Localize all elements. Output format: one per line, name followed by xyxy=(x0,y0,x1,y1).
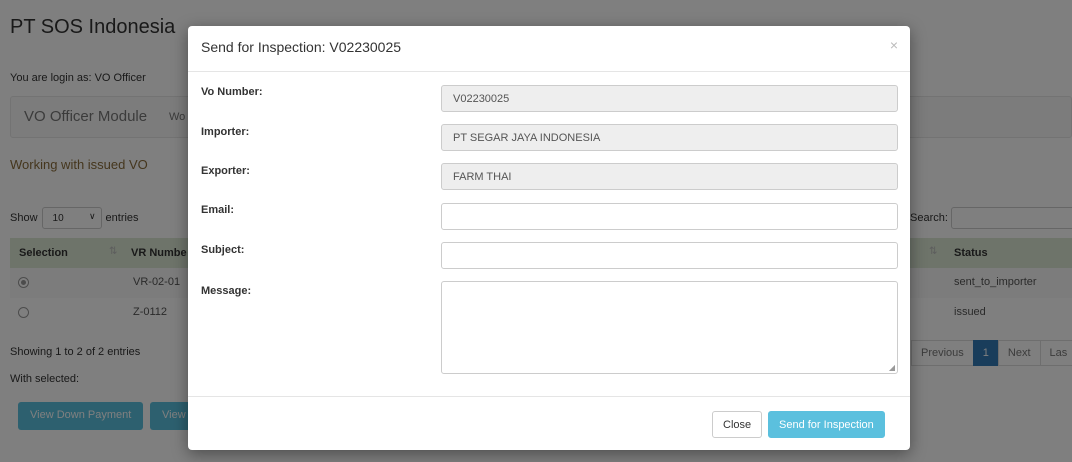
email-label: Email: xyxy=(201,204,235,216)
resize-handle-icon[interactable]: ◢ xyxy=(889,363,895,372)
send-for-inspection-button[interactable]: Send for Inspection xyxy=(768,411,885,438)
send-for-inspection-dialog: Send for Inspection: V02230025 × Vo Numb… xyxy=(188,26,910,450)
modal-footer: Close Send for Inspection xyxy=(188,396,910,450)
modal-title: Send for Inspection: V02230025 xyxy=(201,39,402,55)
subject-label: Subject: xyxy=(201,244,245,256)
close-icon[interactable]: × xyxy=(890,37,898,53)
exporter-field: FARM THAI xyxy=(441,163,898,190)
email-field[interactable] xyxy=(441,203,898,230)
vo-number-field: V02230025 xyxy=(441,85,898,112)
subject-field[interactable] xyxy=(441,242,898,269)
message-textarea[interactable]: ◢ xyxy=(441,281,898,374)
vo-number-label: Vo Number: xyxy=(201,86,263,98)
message-label: Message: xyxy=(201,285,252,297)
importer-label: Importer: xyxy=(201,126,250,138)
close-button[interactable]: Close xyxy=(712,411,763,438)
importer-field: PT SEGAR JAYA INDONESIA xyxy=(441,124,898,151)
modal-header: Send for Inspection: V02230025 × xyxy=(188,26,910,72)
exporter-label: Exporter: xyxy=(201,165,250,177)
